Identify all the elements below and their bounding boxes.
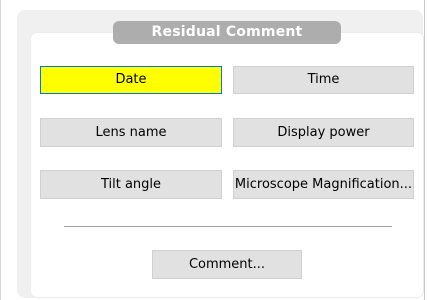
comment-button[interactable]: Comment... — [152, 250, 302, 279]
date-button[interactable]: Date — [40, 66, 222, 94]
tilt-angle-button[interactable]: Tilt angle — [40, 170, 222, 199]
microscope-magnification-button[interactable]: Microscope Magnification... — [233, 170, 414, 199]
lens-name-button[interactable]: Lens name — [40, 118, 222, 147]
panel-title: Residual Comment — [113, 21, 341, 44]
residual-comment-window: Residual Comment Date Time Lens name Dis… — [0, 0, 428, 300]
window-left-edge — [0, 0, 1, 300]
display-power-button[interactable]: Display power — [233, 118, 414, 147]
time-button[interactable]: Time — [233, 66, 414, 94]
separator-line — [64, 226, 392, 227]
window-right-edge — [424, 0, 425, 300]
